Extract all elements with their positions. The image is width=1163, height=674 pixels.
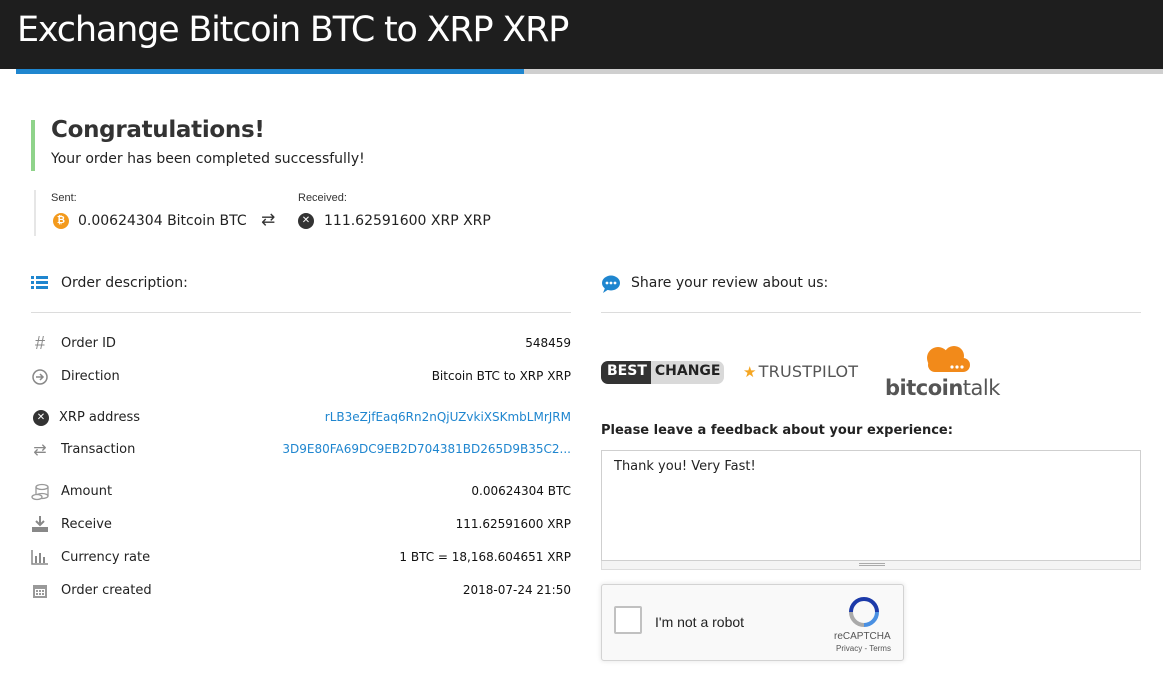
bar-chart-icon: [31, 550, 48, 565]
order-heading: Order description:: [61, 275, 188, 291]
row-value: 2018-07-24 21:50: [462, 583, 571, 597]
bitcointalk-logo[interactable]: bitcointalk: [885, 376, 1000, 400]
row-label: Order ID: [61, 336, 116, 351]
recaptcha-label: I'm not a robot: [655, 614, 745, 630]
recaptcha-checkbox[interactable]: [614, 606, 642, 634]
hash-icon: #: [34, 333, 45, 353]
page-title: Exchange Bitcoin BTC to XRP XRP: [17, 10, 569, 50]
row-value: 111.62591600 XRP: [455, 517, 571, 531]
transaction-link[interactable]: 3D9E80FA69DC9EB2D704381BD265D9B35C2...: [282, 442, 571, 456]
shuffle-icon: ⇄: [33, 442, 47, 459]
row-label: Amount: [61, 484, 113, 499]
grip-lines-icon: [859, 563, 885, 566]
received-label: Received:: [298, 192, 347, 204]
row-label: Currency rate: [61, 550, 151, 565]
row-value: 548459: [525, 336, 571, 350]
progress-bar: [16, 69, 1163, 74]
bitcointalk-text: talk: [962, 376, 1001, 400]
review-divider: [601, 312, 1141, 313]
coins-icon: [31, 483, 49, 501]
recaptcha-widget: I'm not a robot reCAPTCHA Privacy - Term…: [601, 584, 904, 661]
row-label: Direction: [61, 369, 120, 384]
xrp-icon: ✕: [33, 410, 49, 426]
bestchange-logo-part2: CHANGE: [650, 361, 725, 384]
header-bar: Exchange Bitcoin BTC to XRP XRP: [0, 0, 1163, 69]
summary-divider: [34, 190, 36, 236]
arrow-circle-icon: [32, 369, 48, 385]
download-icon: [32, 516, 48, 532]
bestchange-logo[interactable]: BEST CHANGE: [601, 361, 725, 384]
bitcointalk-cloud-icon: [927, 346, 970, 372]
star-icon: ★: [743, 363, 757, 381]
row-value: 0.00624304 BTC: [471, 484, 571, 498]
recaptcha-logo-icon: [849, 597, 879, 627]
bitcointalk-text-bold: bitcoin: [885, 376, 963, 400]
feedback-textarea[interactable]: Thank you! Very Fast!: [601, 450, 1141, 561]
row-label: XRP address: [59, 410, 140, 425]
row-label: Receive: [61, 517, 112, 532]
row-value: 1 BTC = 18,168.604651 XRP: [399, 550, 571, 564]
sent-amount: 0.00624304 Bitcoin BTC: [78, 213, 247, 229]
list-icon: [31, 276, 48, 289]
recaptcha-brand: reCAPTCHA: [834, 631, 891, 642]
trustpilot-text: TRUSTPILOT: [758, 362, 859, 381]
success-message: Congratulations! Your order has been com…: [31, 117, 365, 171]
row-label: Transaction: [61, 442, 136, 457]
chat-bubble-icon: [602, 275, 620, 293]
review-heading: Share your review about us:: [631, 275, 829, 291]
bestchange-logo-part1: BEST: [601, 361, 651, 384]
bitcoin-icon: ₿: [53, 213, 69, 229]
calendar-icon: [33, 585, 47, 598]
recaptcha-terms[interactable]: Privacy - Terms: [836, 644, 891, 653]
row-value: Bitcoin BTC to XRP XRP: [431, 369, 571, 383]
success-heading: Congratulations!: [51, 117, 265, 143]
progress-bar-active: [16, 69, 524, 74]
success-text: Your order has been completed successful…: [51, 151, 365, 167]
shuffle-icon: ⇄: [261, 210, 276, 229]
resize-handle[interactable]: [601, 561, 1141, 570]
sent-label: Sent:: [51, 192, 77, 204]
xrp-icon: ✕: [298, 213, 314, 229]
xrp-address-link[interactable]: rLB3eZjfEaq6Rn2nQjUZvkiXSKmbLMrJRM: [325, 410, 571, 424]
order-divider: [31, 312, 571, 313]
trustpilot-logo[interactable]: ★ TRUSTPILOT: [743, 362, 858, 381]
feedback-label: Please leave a feedback about your exper…: [601, 423, 953, 438]
received-amount: 111.62591600 XRP XRP: [324, 213, 491, 229]
row-label: Order created: [61, 583, 152, 598]
